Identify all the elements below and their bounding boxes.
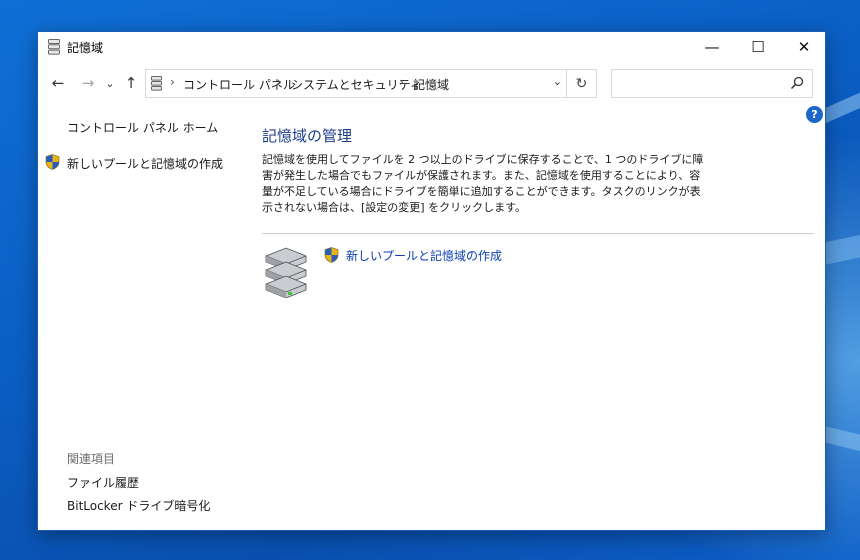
title-bar[interactable]: 記憶域 — ☐ ✕ bbox=[38, 32, 825, 62]
page-title: 記憶域の管理 bbox=[262, 127, 353, 145]
chevron-down-icon: ⌄ bbox=[105, 76, 115, 90]
minimize-icon: — bbox=[704, 38, 720, 56]
address-bar[interactable]: › コントロール パネル › システムとセキュリティ › 記憶域 ⌄ bbox=[145, 69, 567, 98]
file-history-link[interactable]: ファイル履歴 bbox=[67, 474, 139, 491]
uac-shield-icon bbox=[324, 247, 339, 263]
up-button[interactable]: ↑ bbox=[120, 71, 142, 95]
divider bbox=[262, 233, 814, 234]
create-pool-link[interactable]: 新しいプールと記憶域の作成 bbox=[346, 247, 502, 264]
bitlocker-link[interactable]: BitLocker ドライブ暗号化 bbox=[67, 497, 210, 514]
refresh-button[interactable]: ↻ bbox=[567, 69, 597, 98]
search-input[interactable] bbox=[616, 74, 786, 94]
sidebar-create-pool-link[interactable]: 新しいプールと記憶域の作成 bbox=[67, 155, 223, 172]
arrow-right-icon: → bbox=[81, 74, 95, 92]
control-panel-home-link[interactable]: コントロール パネル ホーム bbox=[67, 119, 218, 136]
search-box[interactable] bbox=[611, 69, 813, 98]
window-title: 記憶域 bbox=[67, 41, 104, 55]
recent-locations-button[interactable]: ⌄ bbox=[102, 71, 118, 95]
search-icon[interactable] bbox=[790, 76, 804, 90]
maximize-icon: ☐ bbox=[751, 38, 765, 56]
breadcrumb-separator[interactable]: › bbox=[399, 75, 404, 89]
back-button[interactable]: ← bbox=[46, 71, 70, 95]
related-heading: 関連項目 bbox=[67, 452, 116, 466]
storage-icon bbox=[48, 39, 60, 55]
page-description: 記憶域を使用してファイルを 2 つ以上のドライブに保存することで、1 つのドライ… bbox=[262, 153, 704, 214]
navigation-bar: ← → ⌄ ↑ › コントロール パネル › システムとセキュリティ › 記憶域… bbox=[38, 68, 825, 98]
minimize-button[interactable]: — bbox=[689, 32, 735, 62]
storage-drives-icon bbox=[265, 247, 307, 298]
arrow-up-icon: ↑ bbox=[124, 74, 138, 92]
arrow-left-icon: ← bbox=[51, 74, 65, 92]
close-icon: ✕ bbox=[797, 38, 811, 56]
refresh-icon: ↻ bbox=[575, 75, 588, 92]
chevron-down-icon[interactable]: ⌄ bbox=[553, 75, 562, 88]
maximize-button[interactable]: ☐ bbox=[735, 32, 781, 62]
storage-icon bbox=[151, 76, 162, 91]
close-button[interactable]: ✕ bbox=[781, 32, 827, 62]
breadcrumb-separator[interactable]: › bbox=[277, 75, 282, 89]
breadcrumb-separator[interactable]: › bbox=[170, 75, 175, 89]
help-icon[interactable]: ? bbox=[806, 106, 823, 123]
forward-button[interactable]: → bbox=[76, 71, 100, 95]
storage-spaces-window: 記憶域 — ☐ ✕ ← → ⌄ ↑ › コントロール パネル › システムとセキ… bbox=[37, 31, 826, 531]
uac-shield-icon bbox=[45, 154, 60, 170]
breadcrumb-storage-spaces[interactable]: 記憶域 bbox=[413, 76, 449, 93]
